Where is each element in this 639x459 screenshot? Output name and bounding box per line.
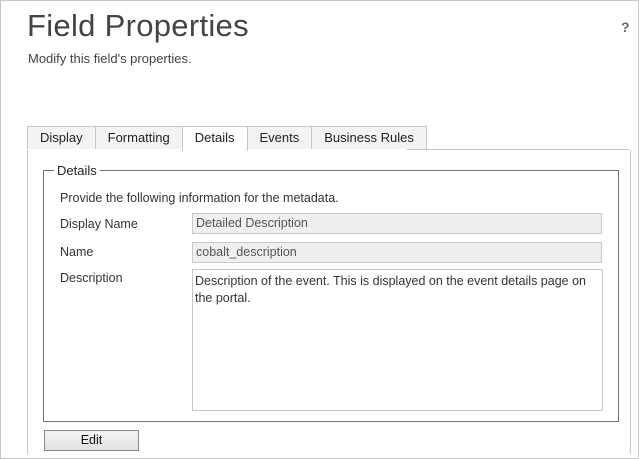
name-label: Name [60,245,94,259]
tab-bar: Display Formatting Details Events Busine… [27,126,427,151]
page-title: Field Properties [27,8,249,43]
tab-events[interactable]: Events [246,126,313,149]
description-field[interactable]: Description of the event. This is displa… [192,269,603,411]
tab-business-rules[interactable]: Business Rules [311,126,427,149]
details-legend: Details [57,163,97,178]
display-name-field[interactable]: Detailed Description [192,213,602,234]
edit-button[interactable]: Edit [44,430,139,451]
details-info-text: Provide the following information for th… [60,191,339,205]
tab-display[interactable]: Display [27,126,96,149]
tab-formatting[interactable]: Formatting [94,126,183,149]
display-name-label: Display Name [60,217,138,231]
name-field[interactable]: cobalt_description [192,242,602,263]
page-subtitle: Modify this field's properties. [28,51,192,66]
description-label: Description [60,271,123,285]
help-button[interactable]: ? [621,19,630,35]
tab-details[interactable]: Details [181,126,248,151]
